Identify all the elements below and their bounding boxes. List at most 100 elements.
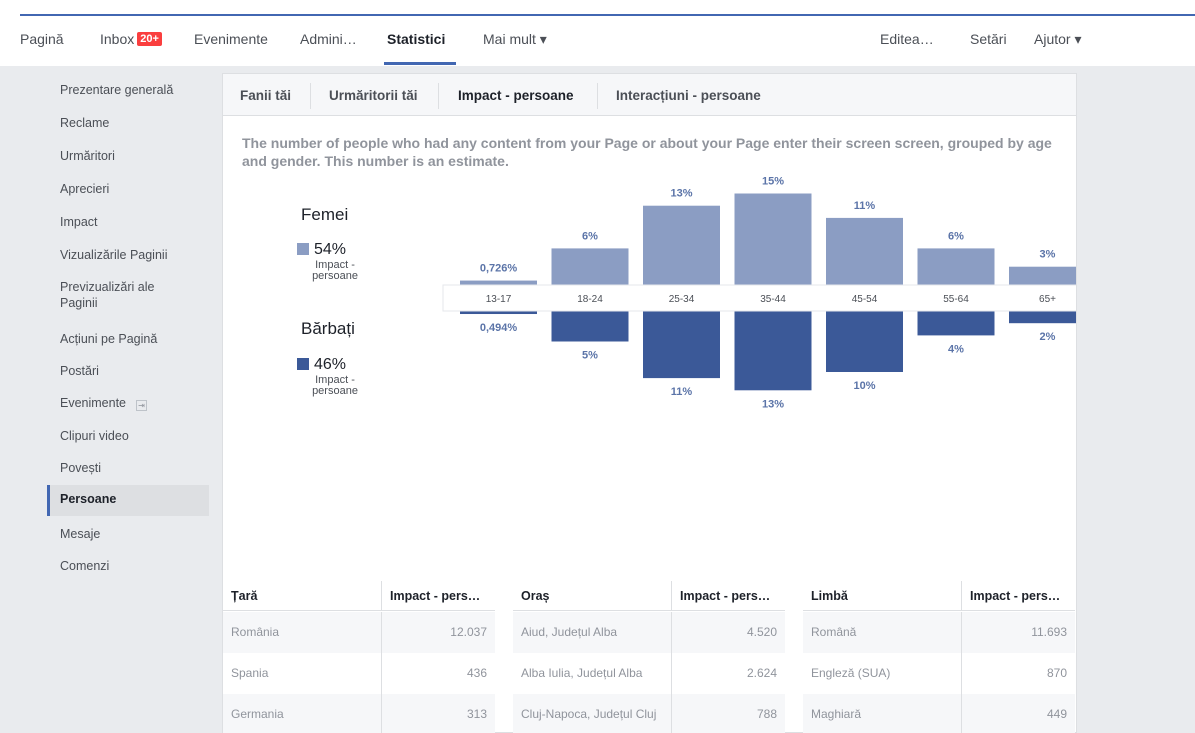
tab-separator [438,83,439,109]
sidebar-item-actiuni[interactable]: Acțiuni pe Pagină [47,331,209,347]
table-header[interactable]: Țară [223,581,381,611]
table-header[interactable]: Impact - pers… [671,581,785,611]
sidebar-item-clipuri[interactable]: Clipuri video [47,428,209,444]
tab-separator [310,83,311,109]
description-text: The number of people who had any content… [242,135,1052,169]
table-cell-name: Română [803,612,961,653]
tick-label-18-24: 18-24 [577,294,603,305]
sidebar-item-impact[interactable]: Impact [47,214,209,230]
nav-setari[interactable]: Setări [970,31,1007,47]
label-women-18-24: 6% [582,230,598,242]
sidebar-item-evenimente[interactable]: Evenimente ⇥ [47,395,209,411]
bar-women-25-34 [643,205,720,285]
label-men-13-17: 0,494% [480,322,518,334]
insights-card: Fanii tăi Urmăritorii tăi Impact - perso… [222,73,1077,733]
nav-active-underline [384,62,456,65]
legend-men-pct: 46% [297,356,346,374]
label-women-13-17: 0,726% [480,263,518,275]
bar-men-35-44 [734,311,812,391]
tab-bar: Fanii tăi Urmăritorii tăi Impact - perso… [223,74,1076,116]
sidebar-item-prezentare[interactable]: Prezentare generală [47,82,209,98]
sidebar-item-reclame[interactable]: Reclame [47,115,209,131]
sidebar-item-postari[interactable]: Postări [47,363,209,379]
tick-label-55-64: 55-64 [943,294,969,305]
table-header[interactable]: Limbă [803,581,961,611]
sidebar-item-vizualizari[interactable]: Vizualizările Paginii [47,247,209,263]
nav-inbox-label: Inbox [100,31,135,47]
label-men-25-34: 11% [671,386,693,398]
nav-ajutor[interactable]: Ajutor ▾ [1034,31,1082,48]
table-cell-value: 11.693 [961,612,1075,653]
tick-label-65+: 65+ [1039,294,1056,305]
table-cell-name: Engleză (SUA) [803,653,961,694]
sidebar-item-previzualizari[interactable]: Previzualizări ale Paginii [47,279,187,311]
legend-men-swatch [297,358,309,370]
bar-women-13-17 [460,280,537,285]
bar-men-18-24 [551,311,629,342]
nav-statistici[interactable]: Statistici [387,31,445,47]
table-header[interactable]: Impact - pers… [381,581,495,611]
bar-men-65+ [1009,311,1076,324]
label-women-55-64: 6% [948,230,964,242]
table-cell-value: 12.037 [381,612,495,653]
label-men-65+: 2% [1040,331,1056,343]
legend-men-value: 46% [314,356,347,373]
tab-separator [597,83,598,109]
table-header[interactable]: Oraș [513,581,671,611]
external-link-icon: ⇥ [136,400,148,411]
sidebar-item-evenimente-label: Evenimente [60,396,127,410]
tick-label-45-54: 45-54 [852,294,878,305]
legend-women-pct: 54% [297,241,346,259]
tab-impact-persoane[interactable]: Impact - persoane [458,88,574,103]
tab-interactiuni-persoane[interactable]: Interacțiuni - persoane [616,88,761,103]
nav-editeaza[interactable]: Editea… [880,31,934,47]
table-cell-name: Alba Iulia, Județul Alba [513,653,671,694]
table-header[interactable]: Impact - pers… [961,581,1075,611]
bar-men-55-64 [917,311,995,336]
bar-women-55-64 [917,248,995,285]
label-men-35-44: 13% [762,398,784,409]
inbox-badge: 20+ [137,32,162,46]
table-cell-value: 2.624 [671,653,785,694]
legend-men-sub: Impact - persoane [312,374,358,397]
bar-women-35-44 [734,193,812,285]
tick-label-25-34: 25-34 [669,294,695,305]
table-cell-name: Spania [223,653,381,694]
sidebar-item-aprecieri[interactable]: Aprecieri [47,181,209,197]
nav-mai-mult[interactable]: Mai mult ▾ [483,31,547,48]
tick-label-35-44: 35-44 [760,294,786,305]
bar-women-18-24 [551,248,629,285]
sidebar-item-povesti[interactable]: Povești [47,460,209,476]
bar-men-45-54 [826,311,903,372]
sidebar-item-urmaritori[interactable]: Urmăritori [47,148,209,164]
table-cell-value: 436 [381,653,495,694]
table-cell-value: 788 [671,694,785,733]
legend-women-value: 54% [314,241,347,258]
legend-women-sub: Impact - persoane [312,259,358,282]
label-women-25-34: 13% [670,188,692,200]
table-cell-value: 4.520 [671,612,785,653]
legend-women-title: Femei [301,205,349,224]
legend-women-swatch [297,243,309,255]
sidebar-item-comenzi[interactable]: Comenzi [47,558,209,574]
nav-pagina[interactable]: Pagină [20,31,64,47]
table-cell-name: Aiud, Județul Alba [513,612,671,653]
nav-inbox[interactable]: Inbox 20+ [100,31,162,48]
bar-men-25-34 [643,311,720,379]
sidebar-item-persoane[interactable]: Persoane [47,485,209,516]
label-men-55-64: 4% [948,343,964,355]
nav-administrare[interactable]: Admini… [300,31,357,47]
label-women-45-54: 11% [854,200,876,212]
bar-women-65+ [1009,266,1076,285]
tab-urmaritorii-tai[interactable]: Urmăritorii tăi [329,88,418,103]
nav-evenimente[interactable]: Evenimente [194,31,268,47]
bar-women-45-54 [826,217,903,285]
table-cell-name: Germania [223,694,381,733]
sidebar-item-mesaje[interactable]: Mesaje [47,526,209,542]
nav-accent-line [20,14,1195,16]
tab-fanii-tai[interactable]: Fanii tăi [240,88,291,103]
table-cell-value: 870 [961,653,1075,694]
label-women-35-44: 15% [762,176,784,188]
top-navigation: Pagină Inbox 20+ Evenimente Admini… Stati… [0,0,1195,66]
table-cell-name: Maghiară [803,694,961,733]
